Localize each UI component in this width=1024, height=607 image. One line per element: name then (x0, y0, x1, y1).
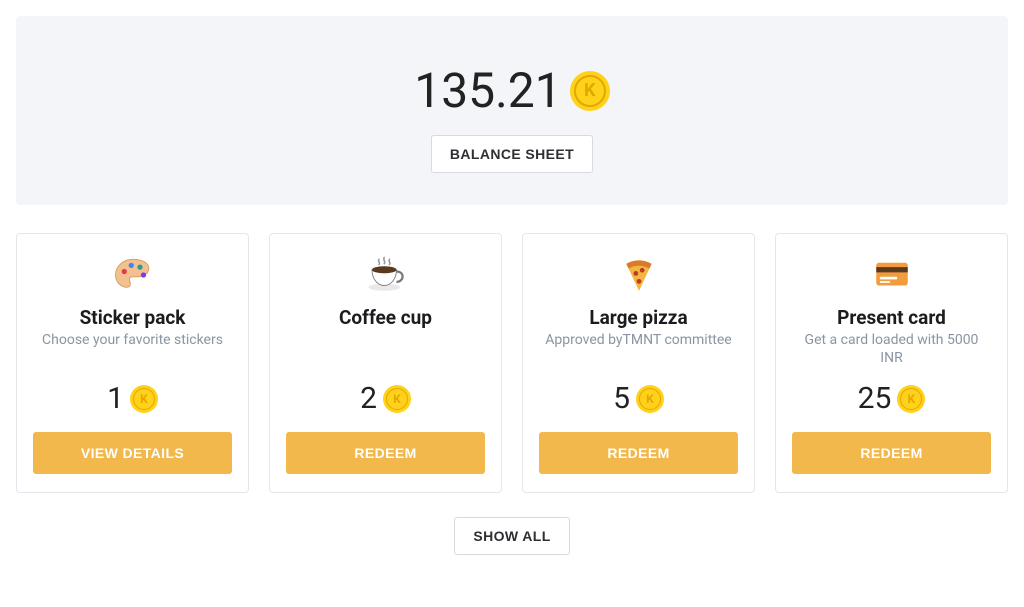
reward-card-sticker-pack: Sticker pack Choose your favorite sticke… (16, 233, 249, 493)
reward-price: 2 K (360, 381, 411, 416)
card-icon (871, 254, 913, 296)
reward-card-large-pizza: Large pizza Approved byTMNT committee 5 … (522, 233, 755, 493)
reward-title: Coffee cup (339, 306, 432, 329)
reward-description: Choose your favorite stickers (42, 331, 223, 367)
price-value: 1 (107, 381, 124, 416)
redeem-button[interactable]: REDEEM (792, 432, 991, 474)
redeem-button[interactable]: REDEEM (286, 432, 485, 474)
reward-price: 5 K (613, 381, 664, 416)
balance-row: 135.21 K (16, 62, 1008, 119)
reward-price: 25 K (858, 381, 926, 416)
footer-row: SHOW ALL (16, 517, 1008, 555)
coin-icon: K (636, 385, 664, 413)
price-value: 5 (613, 381, 630, 416)
show-all-button[interactable]: SHOW ALL (454, 517, 569, 555)
reward-card-present-card: Present card Get a card loaded with 5000… (775, 233, 1008, 493)
redeem-button[interactable]: REDEEM (539, 432, 738, 474)
palette-icon (112, 254, 154, 296)
coin-icon: K (130, 385, 158, 413)
coffee-icon (365, 254, 407, 296)
balance-amount: 135.21 (414, 62, 562, 119)
price-value: 25 (858, 381, 892, 416)
view-details-button[interactable]: VIEW DETAILS (33, 432, 232, 474)
reward-title: Present card (837, 306, 946, 329)
reward-price: 1 K (107, 381, 158, 416)
pizza-icon (618, 254, 660, 296)
rewards-grid: Sticker pack Choose your favorite sticke… (16, 233, 1008, 493)
reward-title: Large pizza (589, 306, 687, 329)
reward-description: Approved byTMNT committee (545, 331, 731, 367)
balance-sheet-button[interactable]: BALANCE SHEET (431, 135, 593, 173)
coin-icon: K (897, 385, 925, 413)
price-value: 2 (360, 381, 377, 416)
reward-title: Sticker pack (80, 306, 186, 329)
reward-description: Get a card loaded with 5000 INR (792, 331, 991, 367)
reward-card-coffee-cup: Coffee cup 2 K REDEEM (269, 233, 502, 493)
balance-panel: 135.21 K BALANCE SHEET (16, 16, 1008, 205)
coin-icon: K (570, 71, 610, 111)
coin-icon: K (383, 385, 411, 413)
